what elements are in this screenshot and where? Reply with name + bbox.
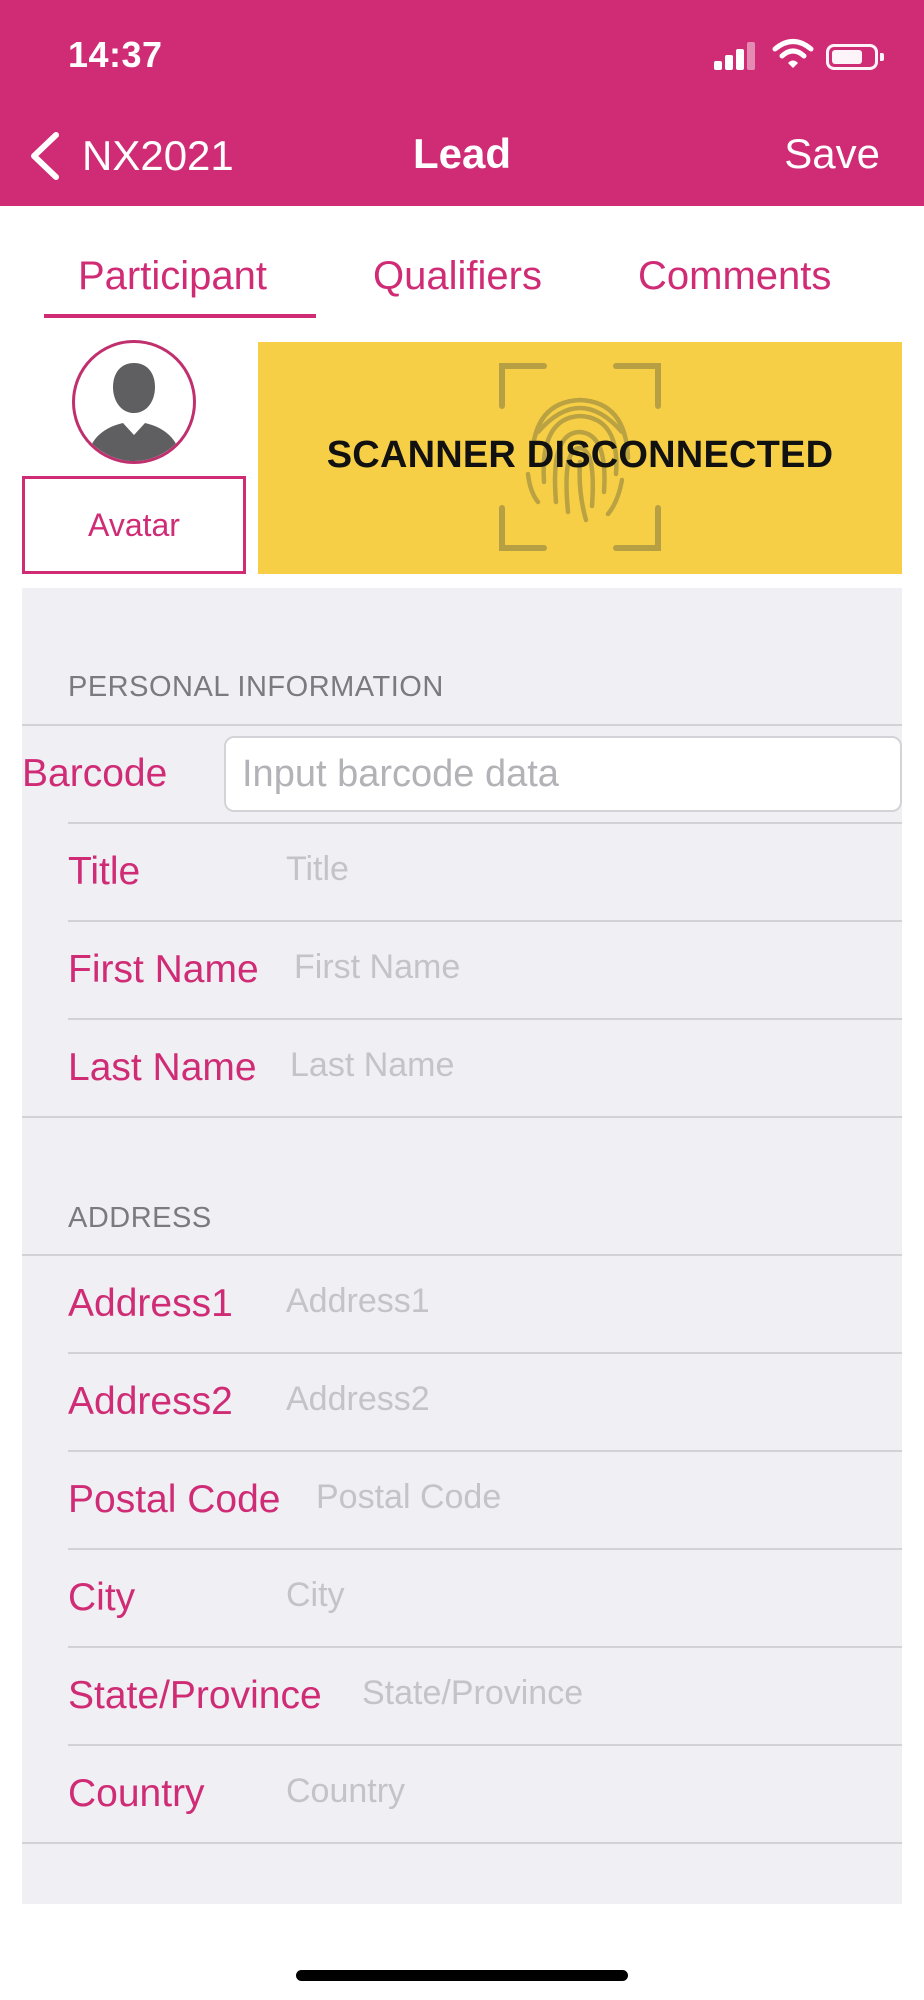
- page-title: Lead: [412, 130, 512, 177]
- divider: [22, 1842, 902, 1844]
- postal-code-label: Postal Code: [68, 1478, 281, 1521]
- address2-label: Address2: [68, 1380, 233, 1423]
- first-name-field[interactable]: [294, 948, 886, 987]
- divider: [68, 1744, 902, 1746]
- city-field[interactable]: [286, 1576, 886, 1615]
- title-field[interactable]: [286, 850, 886, 889]
- battery-icon: [826, 44, 884, 70]
- divider: [68, 1548, 902, 1550]
- address1-field[interactable]: [286, 1282, 886, 1321]
- signal-icon: [714, 42, 758, 70]
- postal-code-field[interactable]: [316, 1478, 886, 1517]
- address1-label: Address1: [68, 1282, 233, 1325]
- navigation-header: 14:37 NX2021 Lead Save: [0, 0, 924, 206]
- scanner-status-panel[interactable]: SCANNER DISCONNECTED: [258, 342, 902, 574]
- divider: [22, 1254, 902, 1256]
- state-province-field[interactable]: [362, 1674, 886, 1713]
- tab-comments[interactable]: Comments: [638, 254, 831, 299]
- section-header-address: ADDRESS: [68, 1202, 212, 1234]
- section-header-personal-information: PERSONAL INFORMATION: [68, 671, 444, 703]
- divider: [68, 1646, 902, 1648]
- last-name-label: Last Name: [68, 1046, 257, 1089]
- tab-qualifiers[interactable]: Qualifiers: [373, 254, 542, 299]
- address2-field[interactable]: [286, 1380, 886, 1419]
- status-icons: [714, 38, 884, 74]
- tab-participant[interactable]: Participant: [78, 254, 267, 299]
- divider: [68, 1450, 902, 1452]
- home-indicator[interactable]: [296, 1970, 628, 1981]
- scanner-status-text: SCANNER DISCONNECTED: [326, 434, 834, 476]
- country-field[interactable]: [286, 1772, 886, 1811]
- divider: [68, 1352, 902, 1354]
- save-button[interactable]: Save: [784, 130, 880, 178]
- status-time: 14:37: [68, 34, 163, 75]
- divider: [22, 724, 902, 726]
- first-name-label: First Name: [68, 948, 259, 991]
- selected-tab-indicator: [44, 314, 316, 318]
- barcode-label: Barcode: [22, 752, 168, 795]
- divider: [68, 822, 902, 824]
- divider: [68, 920, 902, 922]
- avatar-button[interactable]: Avatar: [22, 476, 246, 574]
- divider: [22, 1116, 902, 1118]
- chevron-left-icon: [31, 132, 59, 180]
- lead-form: PERSONAL INFORMATION Barcode Title First…: [22, 588, 902, 1904]
- last-name-field[interactable]: [290, 1046, 886, 1085]
- barcode-input[interactable]: [224, 736, 902, 812]
- avatar[interactable]: [72, 340, 196, 464]
- title-label: Title: [68, 850, 141, 893]
- divider: [68, 1018, 902, 1020]
- back-button[interactable]: NX2021: [26, 128, 234, 184]
- country-label: Country: [68, 1772, 205, 1815]
- tab-bar: Participant Qualifiers Comments: [0, 206, 924, 324]
- wifi-icon: [772, 39, 814, 68]
- person-silhouette-icon: [87, 363, 181, 461]
- back-button-label: NX2021: [82, 132, 234, 179]
- state-province-label: State/Province: [68, 1674, 322, 1717]
- city-label: City: [68, 1576, 136, 1619]
